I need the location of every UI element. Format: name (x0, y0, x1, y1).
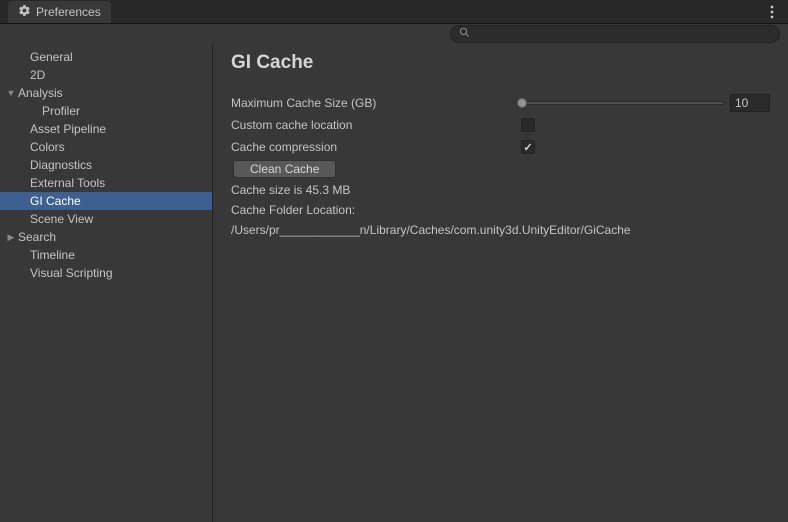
sidebar-item-label: Scene View (18, 212, 93, 226)
search-field[interactable] (450, 25, 780, 43)
sidebar-item-label: Visual Scripting (18, 266, 113, 280)
sidebar-item-label: Profiler (18, 104, 80, 118)
sidebar-item-diagnostics[interactable]: Diagnostics (0, 156, 212, 174)
sidebar-item-label: External Tools (18, 176, 105, 190)
search-icon (459, 27, 470, 41)
max-cache-size-input[interactable] (730, 94, 770, 112)
sidebar-item-label: Timeline (18, 248, 75, 262)
titlebar: Preferences (0, 0, 788, 24)
sidebar-item-2d[interactable]: 2D (0, 66, 212, 84)
sidebar-item-analysis[interactable]: ▼Analysis (0, 84, 212, 102)
toolbar-row (0, 24, 788, 44)
sidebar-item-profiler[interactable]: Profiler (0, 102, 212, 120)
cache-folder-label: Cache Folder Location: (231, 200, 770, 220)
expand-arrow-icon[interactable]: ▶ (4, 232, 18, 243)
sidebar-item-search[interactable]: ▶Search (0, 228, 212, 246)
sidebar-item-scene-view[interactable]: Scene View (0, 210, 212, 228)
cache-compression-label: Cache compression (231, 140, 521, 154)
sidebar-item-timeline[interactable]: Timeline (0, 246, 212, 264)
custom-cache-location-checkbox[interactable] (521, 118, 535, 132)
kebab-menu-icon[interactable] (764, 4, 780, 20)
slider-thumb[interactable] (517, 98, 527, 108)
content-panel: GI Cache Maximum Cache Size (GB) Custom … (213, 44, 788, 522)
gear-icon (18, 4, 31, 20)
sidebar-item-label: Colors (18, 140, 65, 154)
clean-cache-button[interactable]: Clean Cache (233, 160, 336, 178)
sidebar-item-gi-cache[interactable]: GI Cache (0, 192, 212, 210)
window-title: Preferences (36, 5, 101, 19)
max-cache-size-slider[interactable] (521, 94, 724, 112)
panel-heading: GI Cache (231, 52, 770, 74)
cache-folder-path: /Users/pr____________n/Library/Caches/co… (231, 220, 770, 240)
sidebar-item-general[interactable]: General (0, 48, 212, 66)
window-tab[interactable]: Preferences (8, 1, 111, 23)
sidebar-item-label: 2D (18, 68, 45, 82)
sidebar-item-asset-pipeline[interactable]: Asset Pipeline (0, 120, 212, 138)
cache-compression-checkbox[interactable] (521, 140, 535, 154)
sidebar-item-label: Diagnostics (18, 158, 92, 172)
expand-arrow-icon[interactable]: ▼ (4, 88, 18, 98)
max-cache-size-label: Maximum Cache Size (GB) (231, 96, 521, 110)
sidebar-item-visual-scripting[interactable]: Visual Scripting (0, 264, 212, 282)
sidebar-item-colors[interactable]: Colors (0, 138, 212, 156)
sidebar-item-label: Analysis (18, 86, 63, 100)
sidebar-item-label: GI Cache (18, 194, 81, 208)
sidebar-item-external-tools[interactable]: External Tools (0, 174, 212, 192)
sidebar: General2D▼AnalysisProfilerAsset Pipeline… (0, 44, 213, 522)
search-input[interactable] (476, 28, 771, 40)
sidebar-item-label: Asset Pipeline (18, 122, 106, 136)
sidebar-item-label: General (18, 50, 73, 64)
cache-size-info: Cache size is 45.3 MB (231, 180, 770, 200)
sidebar-item-label: Search (18, 230, 56, 244)
custom-cache-location-label: Custom cache location (231, 118, 521, 132)
